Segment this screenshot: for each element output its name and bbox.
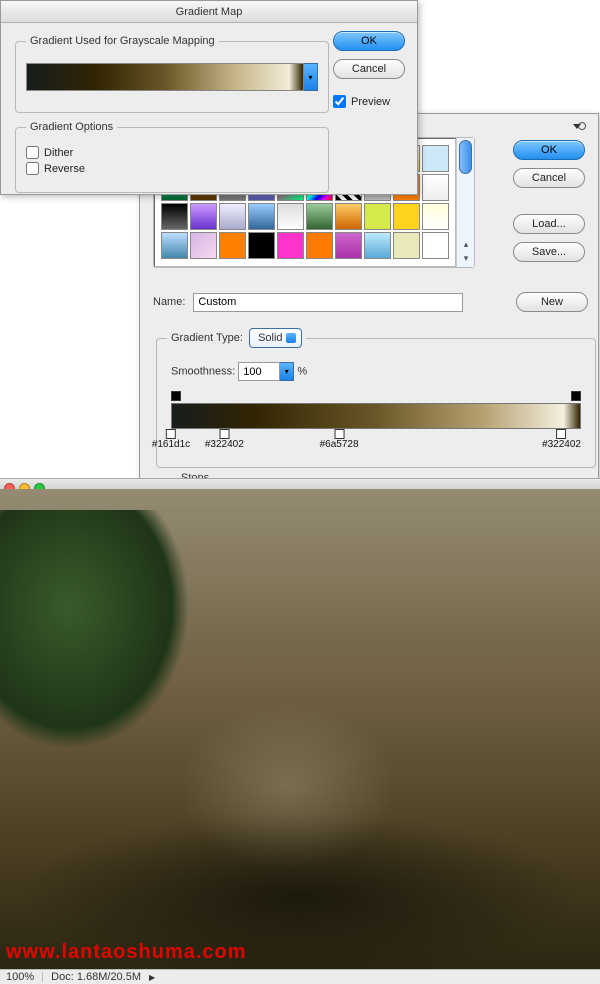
name-label: Name: bbox=[153, 296, 185, 308]
flyout-menu-icon[interactable] bbox=[578, 122, 586, 130]
preset-swatch[interactable] bbox=[364, 232, 391, 259]
preset-swatch[interactable] bbox=[161, 203, 188, 230]
editor-save-button[interactable]: Save... bbox=[513, 242, 585, 262]
color-stop-2-hex: #322402 bbox=[205, 439, 244, 450]
scroll-down-arrow[interactable]: ▾ bbox=[460, 253, 472, 265]
document-size: Doc: 1.68M/20.5M bbox=[51, 971, 141, 983]
color-stop-1-hex: #161d1c bbox=[152, 439, 190, 450]
gradient-picker-dropdown-icon[interactable]: ▾ bbox=[304, 63, 318, 91]
preset-swatch[interactable] bbox=[248, 232, 275, 259]
mapping-fieldset: Gradient Used for Grayscale Mapping ▾ bbox=[15, 35, 329, 113]
preset-swatch[interactable] bbox=[364, 203, 391, 230]
editor-ok-button[interactable]: OK bbox=[513, 140, 585, 160]
color-stop-1[interactable] bbox=[166, 429, 176, 439]
color-stop-2[interactable] bbox=[219, 429, 229, 439]
gradient-type-label: Gradient Type: bbox=[171, 332, 243, 344]
gradient-map-window: Gradient Map Gradient Used for Grayscale… bbox=[0, 0, 418, 195]
gradient-type-fieldset: Gradient Type: Solid Smoothness: ▾ % #16… bbox=[156, 328, 596, 468]
editor-load-button[interactable]: Load... bbox=[513, 214, 585, 234]
preset-swatch[interactable] bbox=[422, 232, 449, 259]
preset-swatch[interactable] bbox=[422, 174, 449, 201]
opacity-stop-left[interactable] bbox=[171, 391, 181, 401]
preset-swatch[interactable] bbox=[393, 203, 420, 230]
preset-swatch[interactable] bbox=[422, 145, 449, 172]
foreground-tree bbox=[0, 510, 190, 750]
smoothness-label: Smoothness: bbox=[171, 366, 235, 378]
smoothness-percent: % bbox=[297, 366, 307, 378]
preset-swatch[interactable] bbox=[422, 203, 449, 230]
color-stop-4[interactable] bbox=[557, 429, 567, 439]
gradient-preview-bar[interactable] bbox=[26, 63, 304, 91]
preset-swatch[interactable] bbox=[190, 232, 217, 259]
preset-swatch[interactable] bbox=[306, 232, 333, 259]
preview-checkbox-row[interactable]: Preview bbox=[333, 95, 405, 108]
scrollbar-thumb[interactable] bbox=[459, 140, 472, 174]
preset-swatch[interactable] bbox=[393, 232, 420, 259]
gradient-type-select[interactable]: Solid bbox=[249, 328, 301, 348]
preview-checkbox[interactable] bbox=[333, 95, 346, 108]
preset-swatch[interactable] bbox=[277, 232, 304, 259]
preset-swatch[interactable] bbox=[161, 232, 188, 259]
gradient-map-buttons: OK Cancel Preview bbox=[333, 31, 405, 111]
preset-scrollbar[interactable]: ▴ ▾ bbox=[456, 138, 474, 267]
status-flyout-icon[interactable]: ▶ bbox=[149, 973, 155, 982]
editor-cancel-button[interactable]: Cancel bbox=[513, 168, 585, 188]
gradient-ramp[interactable] bbox=[171, 403, 581, 429]
reverse-checkbox-row[interactable]: Reverse bbox=[26, 162, 318, 175]
zoom-level[interactable]: 100% bbox=[6, 971, 34, 983]
status-bar: 100% Doc: 1.68M/20.5M ▶ bbox=[0, 969, 600, 984]
editor-button-column: OK Cancel Load... Save... bbox=[513, 140, 585, 262]
cancel-button[interactable]: Cancel bbox=[333, 59, 405, 79]
preset-swatch[interactable] bbox=[335, 203, 362, 230]
dither-checkbox-row[interactable]: Dither bbox=[26, 146, 318, 159]
new-button[interactable]: New bbox=[516, 292, 588, 312]
name-input[interactable] bbox=[193, 293, 463, 312]
color-stop-3-hex: #6a5728 bbox=[320, 439, 359, 450]
preset-swatch[interactable] bbox=[219, 232, 246, 259]
preset-swatch[interactable] bbox=[190, 203, 217, 230]
options-fieldset: Gradient Options Dither Reverse bbox=[15, 121, 329, 193]
dither-checkbox[interactable] bbox=[26, 146, 39, 159]
window-title: Gradient Map bbox=[1, 1, 417, 23]
preset-swatch[interactable] bbox=[335, 232, 362, 259]
ok-button[interactable]: OK bbox=[333, 31, 405, 51]
mapping-legend: Gradient Used for Grayscale Mapping bbox=[26, 35, 219, 47]
options-legend: Gradient Options bbox=[26, 121, 117, 133]
preset-swatch[interactable] bbox=[219, 203, 246, 230]
color-stop-3[interactable] bbox=[334, 429, 344, 439]
color-stop-4-hex: #322402 bbox=[542, 439, 581, 450]
reverse-label: Reverse bbox=[44, 163, 85, 175]
smoothness-input[interactable] bbox=[238, 362, 280, 381]
scroll-up-arrow[interactable]: ▴ bbox=[460, 239, 472, 251]
smoothness-dropdown-icon[interactable]: ▾ bbox=[280, 362, 294, 381]
opacity-stop-right[interactable] bbox=[571, 391, 581, 401]
dither-label: Dither bbox=[44, 147, 73, 159]
preset-swatch[interactable] bbox=[277, 203, 304, 230]
preview-label: Preview bbox=[351, 96, 390, 108]
preset-swatch[interactable] bbox=[306, 203, 333, 230]
preset-swatch[interactable] bbox=[248, 203, 275, 230]
name-row: Name: New bbox=[153, 292, 588, 312]
watermark-text: www.lantaoshuma.com bbox=[6, 941, 247, 964]
reverse-checkbox[interactable] bbox=[26, 162, 39, 175]
